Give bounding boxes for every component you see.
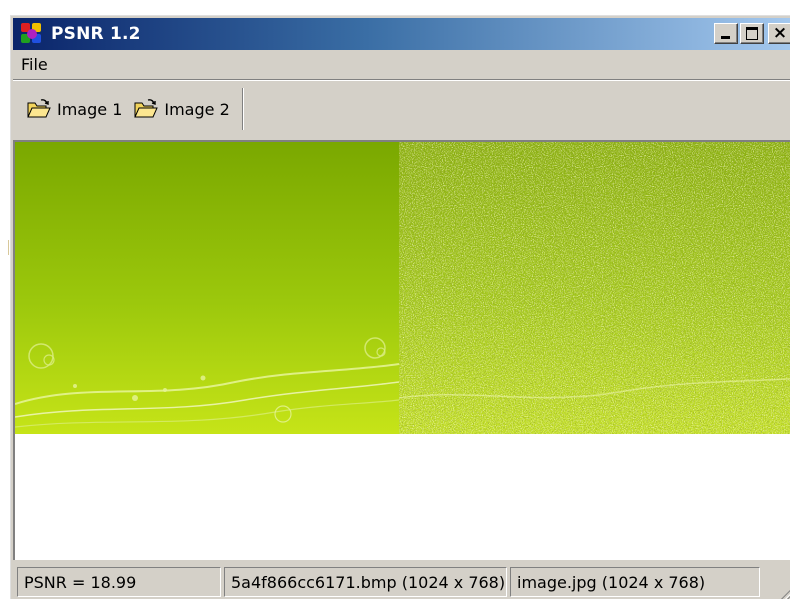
image-2-preview xyxy=(399,142,790,434)
minimize-icon xyxy=(721,36,730,39)
image-1-preview xyxy=(15,142,399,434)
image-2-info: image.jpg (1024 x 768) xyxy=(510,567,760,597)
menu-file[interactable]: File xyxy=(15,55,54,74)
close-icon: × xyxy=(772,23,788,43)
maximize-icon xyxy=(746,27,758,40)
app-icon[interactable] xyxy=(21,23,43,45)
open-image-2-button[interactable]: Image 2 xyxy=(134,92,230,126)
psnr-value: PSNR = 18.99 xyxy=(17,567,221,597)
menu-separator xyxy=(13,79,790,81)
maximize-button[interactable] xyxy=(740,23,764,44)
image-1-info: 5a4f866cc6171.bmp (1024 x 768) xyxy=(224,567,507,597)
window-controls: × xyxy=(712,23,790,44)
image-1-label: Image 1 xyxy=(57,99,123,119)
image-viewport[interactable] xyxy=(13,140,790,560)
toolbar-separator xyxy=(241,88,244,130)
open-folder-icon xyxy=(27,99,51,118)
open-folder-icon xyxy=(134,99,159,118)
status-bar: PSNR = 18.99 5a4f866cc6171.bmp (1024 x 7… xyxy=(13,564,790,599)
minimize-button[interactable] xyxy=(714,23,738,44)
window-title: PSNR 1.2 xyxy=(51,24,141,44)
menu-bar: File xyxy=(13,51,790,77)
app-window: PSNR 1.2 × File Image 1 Image 2 PSNR = 1… xyxy=(9,14,790,599)
toolbar: Image 1 Image 2 xyxy=(13,85,790,133)
resize-grip-icon[interactable] xyxy=(774,576,790,599)
title-bar[interactable]: PSNR 1.2 × xyxy=(13,18,790,50)
desktop-background: PSNR 1.2 × File Image 1 Image 2 PSNR = 1… xyxy=(0,0,790,599)
close-button[interactable]: × xyxy=(768,23,790,44)
image-2-label: Image 2 xyxy=(164,99,230,119)
open-image-1-button[interactable]: Image 1 xyxy=(27,92,122,126)
